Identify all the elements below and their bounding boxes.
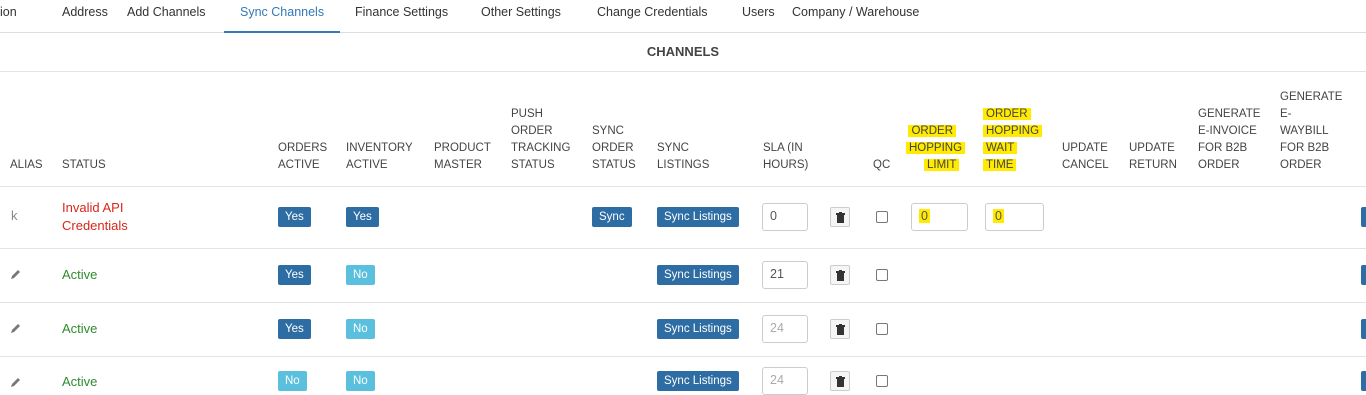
trash-icon <box>836 376 845 387</box>
sla-value: 24 <box>770 373 784 387</box>
row-action-button[interactable] <box>1361 371 1366 391</box>
row-status: Invalid API Credentials <box>62 200 128 233</box>
divider <box>0 248 1366 249</box>
sla-value: 24 <box>770 321 784 335</box>
tab-finance-settings[interactable]: Finance Settings <box>355 0 448 32</box>
active-tab-indicator <box>224 31 340 33</box>
row-action-button[interactable] <box>1361 319 1366 339</box>
qc-checkbox[interactable] <box>876 323 888 335</box>
tab-address[interactable]: Address <box>62 0 108 32</box>
header-sla: SLA (IN HOURS) <box>763 142 809 171</box>
sla-input[interactable]: 24 <box>762 315 808 343</box>
tab-sync-channels[interactable]: Sync Channels <box>240 0 324 32</box>
tab-users[interactable]: Users <box>742 0 775 32</box>
header-update-return: UPDATE RETURN <box>1129 142 1177 171</box>
divider <box>0 186 1366 187</box>
header-hop-wait-line: ORDER <box>983 108 1031 120</box>
header-hop-limit-line: HOPPING <box>906 142 966 154</box>
tab-other-settings[interactable]: Other Settings <box>481 0 561 32</box>
sla-input[interactable]: 24 <box>762 367 808 395</box>
divider <box>0 302 1366 303</box>
header-order-hopping-wait-time: ORDER HOPPING WAIT TIME <box>983 106 1043 174</box>
inventory-active-toggle[interactable]: No <box>346 371 375 391</box>
header-inventory-active: INVENTORY ACTIVE <box>346 142 413 171</box>
inventory-active-toggle[interactable]: No <box>346 319 375 339</box>
row-action-button[interactable] <box>1361 207 1366 227</box>
orders-active-toggle[interactable]: Yes <box>278 265 311 285</box>
header-hop-wait-line: HOPPING <box>983 125 1043 137</box>
header-hop-limit-line: ORDER <box>908 125 956 137</box>
delete-button[interactable] <box>830 319 850 339</box>
orders-active-toggle[interactable]: Yes <box>278 319 311 339</box>
pencil-icon[interactable] <box>10 322 22 334</box>
hop-limit-value: 0 <box>919 209 930 223</box>
qc-checkbox[interactable] <box>876 211 888 223</box>
header-sync-listings: SYNC LISTINGS <box>657 142 710 171</box>
sync-listings-button[interactable]: Sync Listings <box>657 265 739 285</box>
header-push-order-tracking-status: PUSH ORDER TRACKING STATUS <box>511 108 571 171</box>
header-generate-einvoice: GENERATE E-INVOICE FOR B2B ORDER <box>1198 108 1261 171</box>
inventory-active-toggle[interactable]: Yes <box>346 207 379 227</box>
row-status: Active <box>62 267 98 282</box>
delete-button[interactable] <box>830 371 850 391</box>
orders-active-toggle[interactable]: No <box>278 371 307 391</box>
orders-active-toggle[interactable]: Yes <box>278 207 311 227</box>
header-orders-active: ORDERS ACTIVE <box>278 142 328 171</box>
delete-button[interactable] <box>830 207 850 227</box>
header-order-hopping-limit: ORDER HOPPING LIMIT <box>906 123 966 174</box>
inventory-active-toggle[interactable]: No <box>346 265 375 285</box>
hop-wait-value: 0 <box>993 209 1004 223</box>
sla-value: 21 <box>770 267 784 281</box>
tab-add-channels[interactable]: Add Channels <box>127 0 206 32</box>
sla-input[interactable]: 21 <box>762 261 808 289</box>
sync-listings-button[interactable]: Sync Listings <box>657 207 739 227</box>
tab-company-warehouse[interactable]: Company / Warehouse <box>792 0 919 32</box>
order-hopping-wait-time-input[interactable]: 0 <box>985 203 1044 231</box>
tab-change-credentials[interactable]: Change Credentials <box>597 0 708 32</box>
header-generate-ewaybill: GENERATE E- WAYBILL FOR B2B ORDER <box>1280 91 1343 171</box>
tab-integration[interactable]: ion <box>0 0 17 32</box>
pencil-icon[interactable] <box>10 268 22 280</box>
section-title: CHANNELS <box>646 44 720 59</box>
sla-value: 0 <box>770 209 777 223</box>
divider <box>0 71 1366 72</box>
order-hopping-limit-input[interactable]: 0 <box>911 203 968 231</box>
qc-checkbox[interactable] <box>876 269 888 281</box>
header-hop-limit-line: LIMIT <box>924 159 960 171</box>
header-qc: QC <box>873 159 891 171</box>
sla-input[interactable]: 0 <box>762 203 808 231</box>
header-hop-wait-line: WAIT <box>983 142 1018 154</box>
row-action-button[interactable] <box>1361 265 1366 285</box>
divider <box>0 356 1366 357</box>
header-product-master: PRODUCT MASTER <box>434 142 491 171</box>
header-sync-order-status: SYNC ORDER STATUS <box>592 125 636 171</box>
row-alias: k <box>11 208 18 223</box>
header-update-cancel: UPDATE CANCEL <box>1062 142 1109 171</box>
sync-listings-button[interactable]: Sync Listings <box>657 371 739 391</box>
qc-checkbox[interactable] <box>876 375 888 387</box>
tab-bar: ion Address Add Channels Sync Channels F… <box>0 0 1366 33</box>
sync-order-status-button[interactable]: Sync <box>592 207 632 227</box>
row-status: Active <box>62 374 98 389</box>
header-alias: ALIAS <box>10 159 43 171</box>
delete-button[interactable] <box>830 265 850 285</box>
trash-icon <box>836 212 845 223</box>
trash-icon <box>836 270 845 281</box>
sync-listings-button[interactable]: Sync Listings <box>657 319 739 339</box>
header-hop-wait-line: TIME <box>983 159 1017 171</box>
header-status: STATUS <box>62 159 106 171</box>
pencil-icon[interactable] <box>10 376 22 388</box>
row-status: Active <box>62 321 98 336</box>
trash-icon <box>836 324 845 335</box>
